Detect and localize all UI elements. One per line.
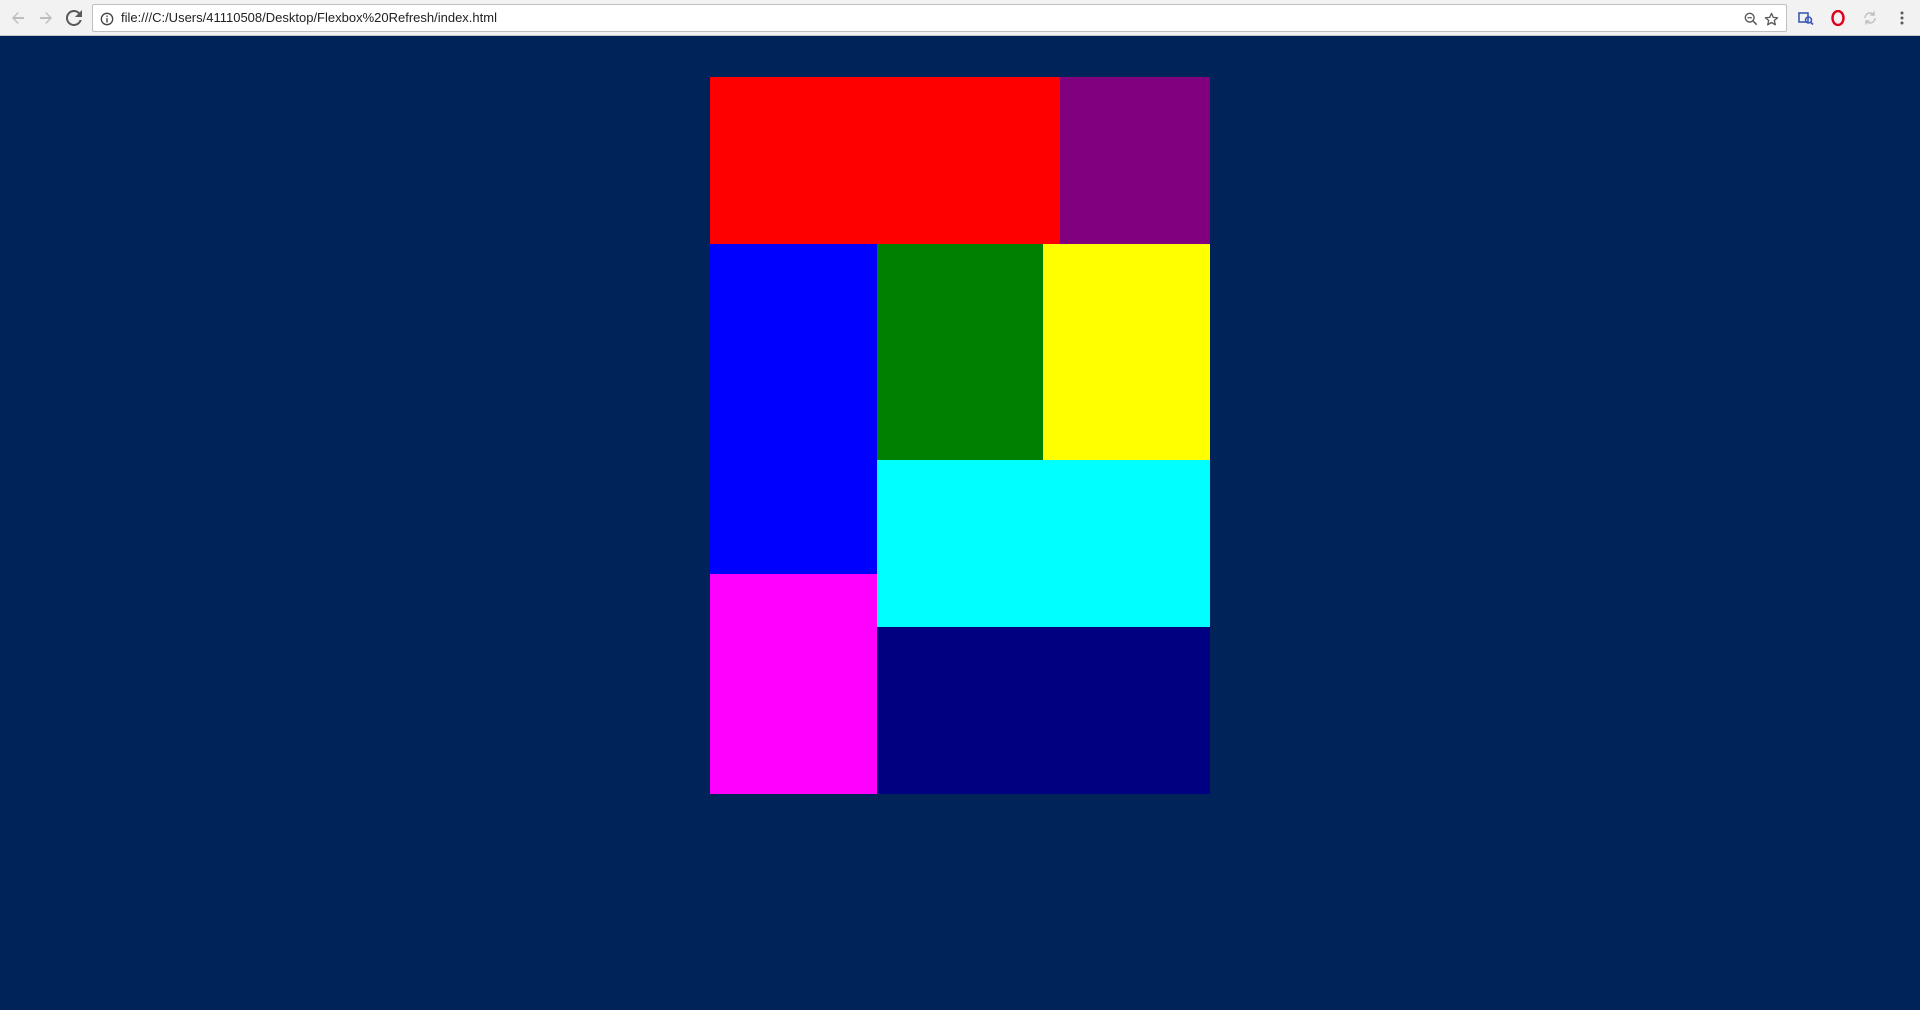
kebab-menu-icon	[1900, 11, 1904, 25]
address-bar[interactable]: file:///C:/Users/41110508/Desktop/Flexbo…	[92, 4, 1787, 32]
cyan-box	[877, 460, 1210, 627]
forward-button[interactable]	[34, 6, 58, 30]
reload-icon	[66, 10, 82, 26]
yellow-box	[1043, 244, 1210, 460]
sync-icon	[1864, 11, 1876, 25]
extension-icon	[1798, 12, 1814, 26]
arrow-right-icon	[40, 12, 52, 24]
blue-box	[710, 244, 877, 574]
back-button[interactable]	[6, 6, 30, 30]
url-text[interactable]: file:///C:/Users/41110508/Desktop/Flexbo…	[121, 5, 497, 31]
magenta-box	[710, 574, 877, 794]
arrow-left-icon	[12, 12, 24, 24]
navy-box	[877, 627, 1210, 794]
reload-button[interactable]	[62, 6, 86, 30]
purple-box	[1060, 77, 1210, 244]
flex-grid	[710, 77, 1210, 794]
browser-toolbar: file:///C:/Users/41110508/Desktop/Flexbo…	[0, 0, 1920, 36]
sync-button[interactable]	[1858, 6, 1882, 30]
opera-icon	[1831, 10, 1845, 26]
extension-button[interactable]	[1794, 6, 1818, 30]
opera-extension-button[interactable]	[1826, 6, 1850, 30]
star-icon[interactable]	[1762, 10, 1780, 28]
info-icon[interactable]	[99, 11, 114, 26]
green-box	[877, 244, 1043, 460]
zoom-out-icon[interactable]	[1742, 10, 1760, 28]
menu-button[interactable]	[1890, 6, 1914, 30]
red-box	[710, 77, 1060, 244]
